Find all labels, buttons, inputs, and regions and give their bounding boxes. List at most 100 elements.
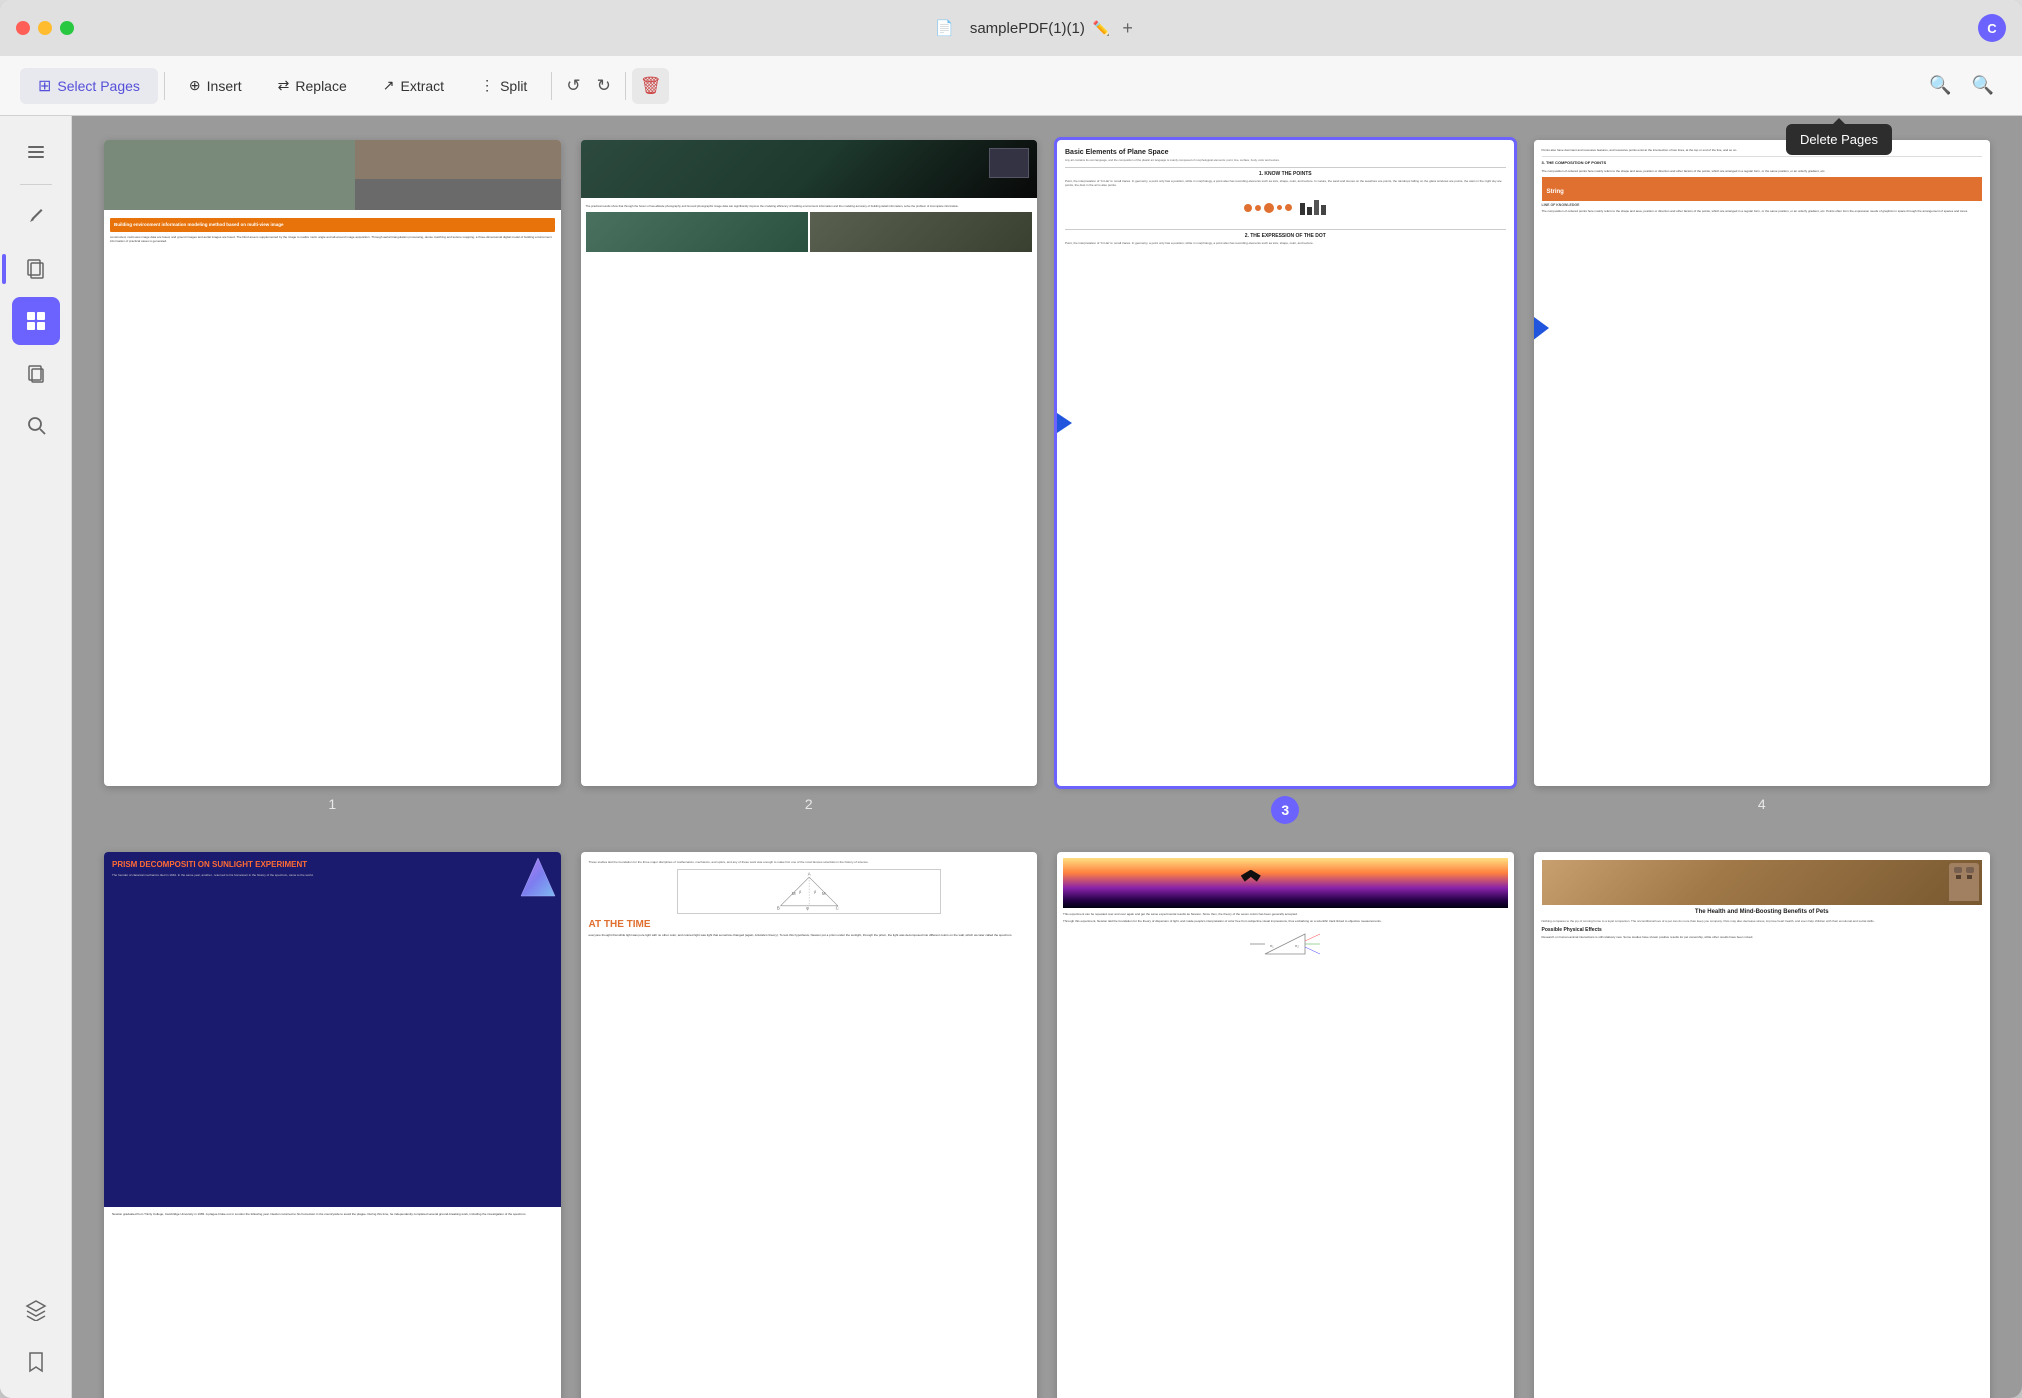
page-label-2: 2 <box>805 796 813 812</box>
document-icon[interactable]: 📄 <box>927 11 962 45</box>
page-thumb-4[interactable]: Points also have dominant and recessive … <box>1534 140 1991 786</box>
page2-main-img <box>581 140 1038 198</box>
zoom-in-button[interactable]: 🔍 <box>1964 67 2002 104</box>
page4-string-label: String <box>1547 189 1564 195</box>
svg-text:A: A <box>807 872 810 877</box>
page6-diagram: A M M B C φ β β <box>677 869 941 914</box>
title-bar-center: 📄 samplePDF(1)(1) ✏️ + <box>90 11 1970 45</box>
sidebar-btn-copy[interactable] <box>12 349 60 397</box>
page-thumb-5[interactable]: PRISM DECOMPOSITI ON SUNLIGHT EXPERIMENT <box>104 852 561 1398</box>
sidebar-btn-thumbnails[interactable] <box>12 297 60 345</box>
page2-text: The practical results show that through … <box>586 205 1033 209</box>
page4-content: Points also have dominant and recessive … <box>1534 140 1991 786</box>
page7-content: This experiment can be repeated over and… <box>1057 852 1514 1398</box>
page-badge-3: 3 <box>1271 796 1299 824</box>
left-sidebar <box>0 116 72 1398</box>
brush-icon <box>26 207 46 227</box>
page8-section-title: Possible Physical Effects <box>1542 927 1983 933</box>
arrow-indicator-2 <box>1534 301 1549 356</box>
search-icon <box>25 414 47 436</box>
page-label-4: 4 <box>1758 796 1766 812</box>
split-button[interactable]: ⋮ Split <box>462 69 545 102</box>
page-label-1: 1 <box>328 796 336 812</box>
page4-text-2: The composition of ordered points here m… <box>1542 169 1983 173</box>
split-icon: ⋮ <box>480 77 494 94</box>
page-thumb-2[interactable]: 2 The practical results show that throug… <box>581 140 1038 786</box>
page4-text-3: The composition of ordered points here m… <box>1542 209 1983 213</box>
page7-sunset-img <box>1063 858 1508 908</box>
insert-button[interactable]: ⊕ Insert <box>171 69 260 102</box>
page5-content: PRISM DECOMPOSITI ON SUNLIGHT EXPERIMENT <box>104 852 561 1398</box>
page6-content: These studies laid the foundation for th… <box>581 852 1038 1398</box>
page4-string-header: String <box>1542 177 1983 201</box>
replace-label: Replace <box>295 78 346 94</box>
page4-section-num: 3. THE COMPOSITION OF POINTS <box>1542 156 1983 165</box>
page5-body: Newton graduated from Trinity College, C… <box>104 1207 561 1221</box>
page-item-3: Basic Elements of Plane Space Any art co… <box>1057 140 1514 824</box>
pages-container[interactable]: 1 Building environment information model… <box>72 116 2022 1398</box>
extract-button[interactable]: ↗ Extract <box>365 69 462 102</box>
page8-cat-img <box>1542 860 1983 905</box>
svg-text:M: M <box>792 891 796 896</box>
sidebar-btn-layers[interactable] <box>12 1286 60 1334</box>
app-window: 📄 samplePDF(1)(1) ✏️ + C ⊞ Select Pages … <box>0 0 2022 1398</box>
toolbar: ⊞ Select Pages ⊕ Insert ⇄ Replace ↗ Extr… <box>0 56 2022 116</box>
page-item-2: 2 The practical results show that throug… <box>581 140 1038 824</box>
svg-text:β: β <box>799 890 801 894</box>
svg-text:β: β <box>814 890 816 894</box>
minimize-button[interactable] <box>38 21 52 35</box>
maximize-button[interactable] <box>60 21 74 35</box>
page-thumb-8[interactable]: The Health and Mind-Boosting Benefits of… <box>1534 852 1991 1398</box>
page-thumb-3[interactable]: Basic Elements of Plane Space Any art co… <box>1057 140 1514 786</box>
edit-title-button[interactable]: ✏️ <box>1093 20 1110 37</box>
sidebar-btn-bookmark[interactable] <box>12 1338 60 1386</box>
extract-label: Extract <box>401 78 445 94</box>
delete-pages-tooltip: Delete Pages <box>1786 124 1892 155</box>
title-bar: 📄 samplePDF(1)(1) ✏️ + C <box>0 0 2022 56</box>
page5-title: PRISM DECOMPOSITI ON SUNLIGHT EXPERIMENT <box>112 860 553 870</box>
traffic-lights <box>16 21 74 35</box>
page5-founder-text: The founder of classical mechanics died … <box>112 873 553 877</box>
delete-pages-button[interactable]: 🗑 <box>632 68 670 104</box>
page7-text2: Through this experiment, Newton laid the… <box>1063 919 1508 924</box>
page8-title: The Health and Mind-Boosting Benefits of… <box>1542 909 1983 917</box>
rotate-left-button[interactable]: ↺ <box>558 68 588 104</box>
copy-icon <box>25 362 47 384</box>
sidebar-btn-brush[interactable] <box>12 193 60 241</box>
split-label: Split <box>500 78 527 94</box>
page2-img-2 <box>810 212 1032 252</box>
close-button[interactable] <box>16 21 30 35</box>
page3-section2-text: Point, the interpretation of 'Ci Hai' is… <box>1065 241 1506 245</box>
zoom-out-button[interactable]: 🔍 <box>1921 67 1959 104</box>
page-item-7: This experiment can be repeated over and… <box>1057 852 1514 1398</box>
page2-bottom-imgs <box>586 212 1033 252</box>
page2-img-1 <box>586 212 808 252</box>
page1-orange-box: Building environment information modelin… <box>110 218 555 232</box>
svg-text:C: C <box>835 905 838 910</box>
replace-icon: ⇄ <box>278 77 290 94</box>
page6-orange-title: AT THE TIME <box>589 919 1030 930</box>
page4-intro: Points also have dominant and recessive … <box>1542 148 1983 152</box>
sidebar-btn-menu[interactable] <box>12 128 60 176</box>
dispersion-diagram: n₁ n₂ <box>1245 929 1325 959</box>
select-pages-label: Select Pages <box>57 78 140 94</box>
sidebar-btn-search[interactable] <box>12 401 60 449</box>
page-thumb-1[interactable]: 1 Building environment information model… <box>104 140 561 786</box>
page3-dots-visual <box>1065 190 1506 225</box>
select-pages-button[interactable]: ⊞ Select Pages <box>20 68 158 104</box>
page3-section1-title: 1. KNOW THE POINTS <box>1065 167 1506 177</box>
insert-label: Insert <box>207 78 242 94</box>
page4-subtitle: LINE OF KNOWLEDGE <box>1542 203 1983 207</box>
page-item-8: The Health and Mind-Boosting Benefits of… <box>1534 852 1991 1398</box>
bookmark-icon <box>26 1351 46 1373</box>
sidebar-btn-pages[interactable] <box>12 245 60 293</box>
page3-content: Basic Elements of Plane Space Any art co… <box>1057 140 1514 786</box>
page-item-5: PRISM DECOMPOSITI ON SUNLIGHT EXPERIMENT <box>104 852 561 1398</box>
page-thumb-7[interactable]: This experiment can be repeated over and… <box>1057 852 1514 1398</box>
page-thumb-6[interactable]: These studies laid the foundation for th… <box>581 852 1038 1398</box>
replace-button[interactable]: ⇄ Replace <box>260 69 365 102</box>
page6-body: everyone thought that while light was pu… <box>589 933 1030 937</box>
new-tab-button[interactable]: + <box>1122 18 1133 39</box>
rotate-right-button[interactable]: ↻ <box>589 68 619 104</box>
pages-icon <box>25 258 47 280</box>
